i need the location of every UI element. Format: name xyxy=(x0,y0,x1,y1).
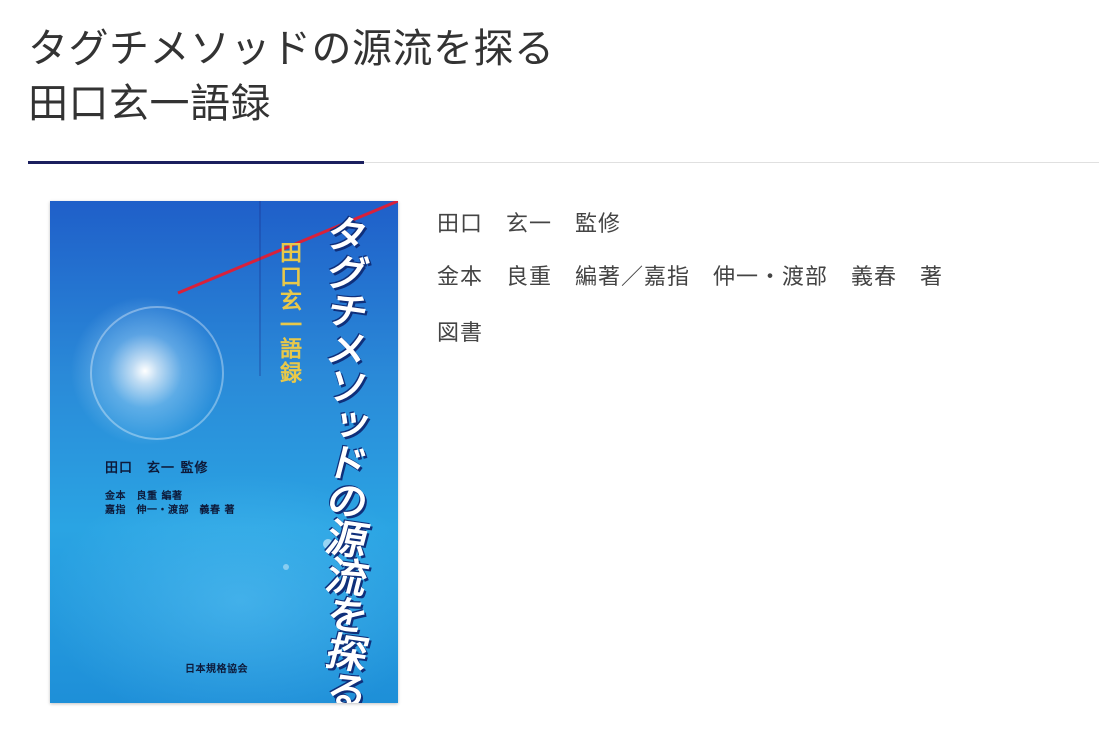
book-authors: 金本 良重 編著／嘉指 伸一・渡部 義春 著 xyxy=(437,265,944,290)
cover-main-title: タグチメソッドの源流を探る xyxy=(317,209,363,703)
book-cover-image[interactable]: 田口玄一語録 タグチメソッドの源流を探る 田口 玄一 監修 金本 良重 編著 嘉… xyxy=(50,201,398,703)
cover-subtitle: 田口玄一語録 xyxy=(276,241,302,385)
page-title: タグチメソッドの源流を探る 田口玄一語録 xyxy=(28,22,555,132)
cover-credit-supervisor: 田口 玄一 監修 xyxy=(105,461,209,476)
cover-credits: 田口 玄一 監修 金本 良重 編著 嘉指 伸一・渡部 義春 著 xyxy=(105,457,235,518)
cover-credit-authors: 嘉指 伸一・渡部 義春 著 xyxy=(105,505,235,516)
cover-publisher: 日本規格協会 xyxy=(185,664,248,675)
page-title-line-1: タグチメソッドの源流を探る xyxy=(28,26,555,72)
cover-credit-editor: 金本 良重 編著 xyxy=(105,491,183,502)
book-supervisor: 田口 玄一 監修 xyxy=(437,212,622,237)
page-title-line-2: 田口玄一語録 xyxy=(28,81,271,127)
cover-sparkle xyxy=(283,564,289,570)
book-detail-page: タグチメソッドの源流を探る 田口玄一語録 田口玄一語録 タグチメソッドの源流を探… xyxy=(0,0,1099,735)
book-media-type: 図書 xyxy=(437,321,484,346)
title-divider-accent xyxy=(28,161,364,164)
book-metadata: 田口 玄一 監修 金本 良重 編著／嘉指 伸一・渡部 義春 著 図書 xyxy=(437,207,943,352)
